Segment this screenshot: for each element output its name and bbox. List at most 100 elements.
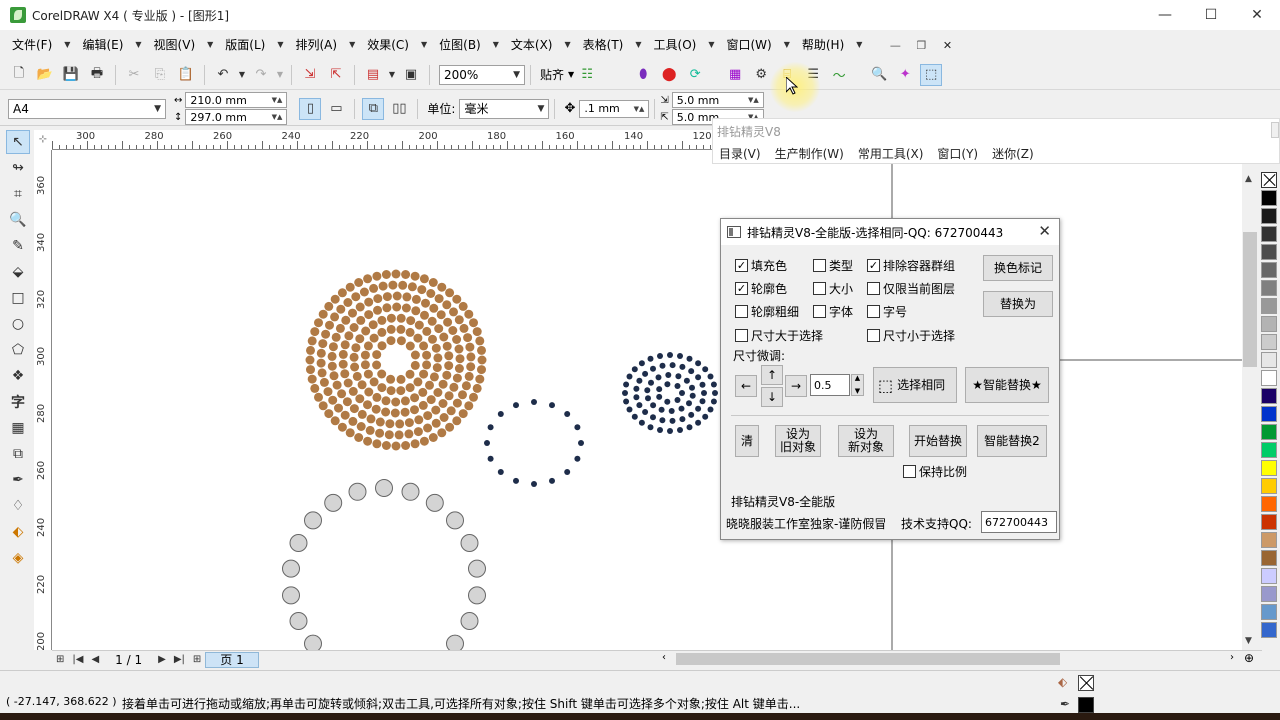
fill-color-checkbox[interactable]: ✓ 填充色 [735, 257, 787, 274]
size-greater-checkbox[interactable]: 尺寸大于选择 [735, 327, 823, 344]
page-tab-1[interactable]: 页 1 [205, 651, 259, 668]
export-icon[interactable]: ⇱ [325, 64, 347, 86]
new-document-icon[interactable]: 🗋 [8, 64, 30, 86]
previous-page-icon[interactable]: ◀ [87, 654, 103, 665]
print-icon[interactable]: 🖶 [86, 64, 108, 86]
paper-width-input[interactable]: 210.0 mm ▼▲ [185, 92, 288, 108]
color-swatch[interactable] [1261, 406, 1277, 422]
zoom-level-combo[interactable]: 200% ▼ [439, 64, 525, 85]
copy-icon[interactable]: ⎘ [149, 64, 171, 86]
options-icon[interactable]: ☷ [576, 64, 598, 86]
font-size-checkbox[interactable]: 字号 [867, 303, 907, 320]
color-swatch[interactable] [1261, 478, 1277, 494]
maximize-button[interactable]: ☐ [1188, 0, 1234, 30]
search-icon[interactable]: 🔍 [868, 64, 890, 86]
exclude-group-checkbox[interactable]: ✓ 排除容器群组 [867, 257, 955, 274]
plugin-menu-catalog[interactable]: 目录(V) [719, 145, 761, 162]
welcome-screen-icon[interactable]: ▣ [400, 64, 422, 86]
freehand-tool-icon[interactable]: ✎ [6, 234, 30, 258]
size-checkbox[interactable]: 大小 [813, 280, 853, 297]
nudge-up-button[interactable]: ↑ [761, 365, 783, 385]
plugin-bar-handle[interactable] [1271, 122, 1279, 138]
rectangle-tool-icon[interactable]: □ [6, 286, 30, 310]
launcher-dropdown-icon[interactable]: ▼ [388, 64, 396, 86]
nudge-left-button[interactable]: ← [735, 375, 757, 397]
color-swatch[interactable] [1261, 352, 1277, 368]
text-tool-icon[interactable]: 字 [6, 390, 30, 414]
fill-tool-icon[interactable]: ⬖ [6, 520, 30, 544]
red-ball-icon[interactable]: ⬤ [658, 64, 680, 86]
snap-dropdown-icon[interactable]: ▼ [568, 70, 574, 79]
first-page-icon[interactable]: |◀ [68, 654, 87, 665]
type-checkbox[interactable]: 类型 [813, 257, 853, 274]
color-swatch[interactable] [1261, 460, 1277, 476]
color-swatch[interactable] [1261, 316, 1277, 332]
close-button[interactable]: ✕ [1234, 0, 1280, 30]
nudge-right-button[interactable]: → [785, 375, 807, 397]
minimize-button[interactable]: — [1142, 0, 1188, 30]
adjust-value-input[interactable]: 0.5 [810, 374, 850, 396]
plugin-menu-production[interactable]: 生产制作(W) [775, 145, 844, 162]
plugin-wave-icon[interactable]: 〜 [828, 64, 850, 86]
menu-table[interactable]: 表格(T) ▼ [577, 34, 648, 56]
current-page-icon[interactable]: ▯▯ [388, 98, 410, 120]
color-swatch[interactable] [1261, 550, 1277, 566]
ruler-origin[interactable]: ⊹ [34, 130, 52, 150]
undo-icon[interactable]: ↶ [212, 64, 234, 86]
units-combo[interactable]: 毫米 ▼ [459, 98, 550, 119]
color-swatch[interactable] [1261, 280, 1277, 296]
add-page-after-icon[interactable]: ⊞ [189, 654, 205, 665]
menu-text[interactable]: 文本(X) ▼ [505, 34, 577, 56]
scroll-up-icon[interactable]: ▲ [1245, 174, 1252, 184]
color-swatch[interactable] [1261, 208, 1277, 224]
menu-tools[interactable]: 工具(O) ▼ [648, 34, 721, 56]
color-swatch[interactable] [1261, 514, 1277, 530]
smart-replace-button[interactable]: ★智能替换★ [965, 367, 1049, 403]
brown-rhinestone-disc[interactable] [305, 269, 487, 451]
color-swatch[interactable] [1261, 442, 1277, 458]
green-cycle-icon[interactable]: ⟳ [684, 64, 706, 86]
snap-to-button[interactable]: 贴齐 [540, 66, 564, 83]
menu-arrange[interactable]: 排列(A) ▼ [290, 34, 362, 56]
outline-tool-icon[interactable]: ♢ [6, 494, 30, 518]
portrait-icon[interactable]: ▯ [299, 97, 322, 120]
smart-replace2-button[interactable]: 智能替换2 [977, 425, 1047, 457]
redo-dropdown-icon[interactable]: ▼ [276, 64, 284, 86]
paper-height-input[interactable]: 297.0 mm ▼▲ [185, 109, 288, 125]
doc-minimize-button[interactable]: — [882, 39, 908, 52]
interactive-fill-tool-icon[interactable]: ◈ [6, 546, 30, 570]
next-page-icon[interactable]: ▶ [154, 654, 170, 665]
set-new-object-button[interactable]: 设为 新对象 [838, 425, 894, 457]
color-swatch[interactable] [1261, 370, 1277, 386]
font-checkbox[interactable]: 字体 [813, 303, 853, 320]
basic-shapes-tool-icon[interactable]: ❖ [6, 364, 30, 388]
color-swatch[interactable] [1261, 496, 1277, 512]
navy-rhinestone-ellipse[interactable] [622, 352, 718, 434]
color-swatch[interactable] [1261, 262, 1277, 278]
set-old-object-button[interactable]: 设为 旧对象 [775, 425, 821, 457]
plugin-magic-icon[interactable]: ✦ [894, 64, 916, 86]
last-page-icon[interactable]: ▶| [170, 654, 189, 665]
menu-edit[interactable]: 编辑(E) ▼ [76, 34, 147, 56]
nudge-down-button[interactable]: ↓ [761, 387, 783, 407]
paper-size-combo[interactable]: A4 ▼ [8, 98, 166, 119]
table-tool-icon[interactable]: ▦ [6, 416, 30, 440]
scroll-left-icon[interactable]: ‹ [662, 652, 666, 663]
add-page-before-icon[interactable]: ⊞ [52, 654, 68, 665]
vertical-scrollbar[interactable]: ▲ ▼ [1242, 172, 1258, 650]
outline-width-checkbox[interactable]: 轮廓粗细 [735, 303, 799, 320]
landscape-icon[interactable]: ▭ [325, 98, 347, 120]
no-color-swatch[interactable] [1261, 172, 1277, 188]
horizontal-scroll-thumb[interactable] [676, 653, 1060, 665]
color-swatch[interactable] [1261, 568, 1277, 584]
duplicate-x-input[interactable]: 5.0 mm ▼▲ [671, 92, 764, 108]
color-swatch[interactable] [1261, 388, 1277, 404]
purple-gem-icon[interactable]: ⬮ [632, 64, 654, 86]
vertical-ruler[interactable]: 360 340 320 300 280 260 240 220 200 [34, 150, 52, 650]
color-swatch[interactable] [1261, 424, 1277, 440]
color-swatch[interactable] [1261, 190, 1277, 206]
color-swatch[interactable] [1261, 532, 1277, 548]
ellipse-tool-icon[interactable]: ○ [6, 312, 30, 336]
application-launcher-icon[interactable]: ▤ [362, 64, 384, 86]
color-swatch[interactable] [1261, 334, 1277, 350]
